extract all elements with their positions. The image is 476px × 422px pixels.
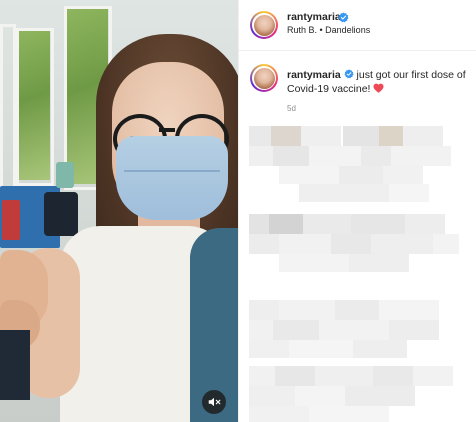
verified-badge-icon bbox=[338, 12, 349, 23]
pixel-block bbox=[299, 184, 389, 202]
window-frame bbox=[0, 24, 16, 190]
pixel-block bbox=[379, 126, 403, 146]
pixel-block bbox=[383, 166, 423, 184]
pixel-block bbox=[279, 234, 331, 254]
caption-avatar[interactable] bbox=[250, 64, 278, 92]
red-heart-icon bbox=[373, 83, 384, 93]
avatar-photo bbox=[253, 14, 275, 36]
caption-username[interactable]: rantymaria bbox=[287, 69, 341, 81]
music-attribution[interactable]: Ruth B. • Dandelions bbox=[287, 25, 370, 35]
pixel-block bbox=[331, 234, 371, 254]
pixel-block bbox=[309, 146, 361, 166]
pixel-block bbox=[391, 146, 451, 166]
mute-button[interactable] bbox=[202, 390, 226, 414]
face-mask bbox=[116, 136, 228, 220]
pixel-block bbox=[249, 126, 271, 146]
pixel-block bbox=[351, 214, 405, 234]
pixel-block bbox=[279, 300, 335, 320]
pixel-block bbox=[249, 386, 295, 406]
pixel-block bbox=[373, 366, 413, 386]
avatar[interactable] bbox=[250, 11, 278, 39]
post-header: rantymaria Ruth B. • Dandelions bbox=[239, 0, 476, 51]
pixel-block bbox=[273, 320, 319, 340]
pixel-block bbox=[249, 320, 273, 340]
pixel-block bbox=[275, 366, 315, 386]
pixel-block bbox=[345, 386, 415, 406]
pixel-block bbox=[249, 214, 269, 234]
speaker-muted-icon bbox=[208, 397, 221, 407]
pixel-block bbox=[433, 234, 459, 254]
pixel-block bbox=[289, 340, 353, 358]
pixel-block bbox=[403, 126, 443, 146]
pixel-block bbox=[389, 184, 429, 202]
avatar-photo bbox=[253, 67, 275, 89]
pixel-block bbox=[279, 254, 349, 272]
glasses-bridge bbox=[159, 128, 175, 132]
pixel-block bbox=[353, 340, 407, 358]
pixel-block bbox=[405, 214, 445, 234]
pixel-block bbox=[295, 386, 345, 406]
pixel-block bbox=[335, 300, 379, 320]
pixel-block bbox=[279, 166, 339, 184]
sanitizer-bottle bbox=[56, 162, 74, 188]
post-timestamp: 5d bbox=[287, 104, 296, 113]
post-media-video[interactable] bbox=[0, 0, 238, 422]
nurse-sleeve bbox=[0, 330, 30, 400]
caption: rantymaria just got our first dose of Co… bbox=[287, 68, 472, 96]
cart-label bbox=[2, 200, 20, 240]
pixel-block bbox=[349, 254, 409, 272]
username-link[interactable]: rantymaria bbox=[287, 11, 341, 23]
mask-fold bbox=[124, 170, 220, 172]
pixel-block bbox=[303, 214, 351, 234]
pixel-block bbox=[249, 300, 279, 320]
window-frame bbox=[16, 28, 54, 186]
pixel-block bbox=[301, 126, 341, 146]
pixel-block bbox=[249, 366, 275, 386]
pixel-block bbox=[343, 126, 379, 146]
pixel-block bbox=[319, 320, 389, 340]
pixel-block bbox=[309, 406, 389, 422]
pixel-block bbox=[371, 234, 433, 254]
pixel-block bbox=[273, 146, 309, 166]
pixel-block bbox=[413, 366, 453, 386]
pixel-block bbox=[379, 300, 439, 320]
pixel-block bbox=[249, 234, 279, 254]
pixel-block bbox=[249, 340, 289, 358]
black-bag bbox=[44, 192, 78, 236]
pixel-block bbox=[271, 126, 301, 146]
post-details-panel: rantymaria Ruth B. • Dandelions rantymar… bbox=[238, 0, 476, 422]
instagram-post-screenshot: rantymaria Ruth B. • Dandelions rantymar… bbox=[0, 0, 476, 422]
pixel-block bbox=[249, 406, 309, 422]
pixel-block bbox=[339, 166, 383, 184]
pixel-block bbox=[389, 320, 439, 340]
pixel-block bbox=[315, 366, 373, 386]
pixel-block bbox=[249, 146, 273, 166]
pixel-block bbox=[361, 146, 391, 166]
verified-badge-icon bbox=[344, 69, 354, 79]
pixel-block bbox=[269, 214, 303, 234]
